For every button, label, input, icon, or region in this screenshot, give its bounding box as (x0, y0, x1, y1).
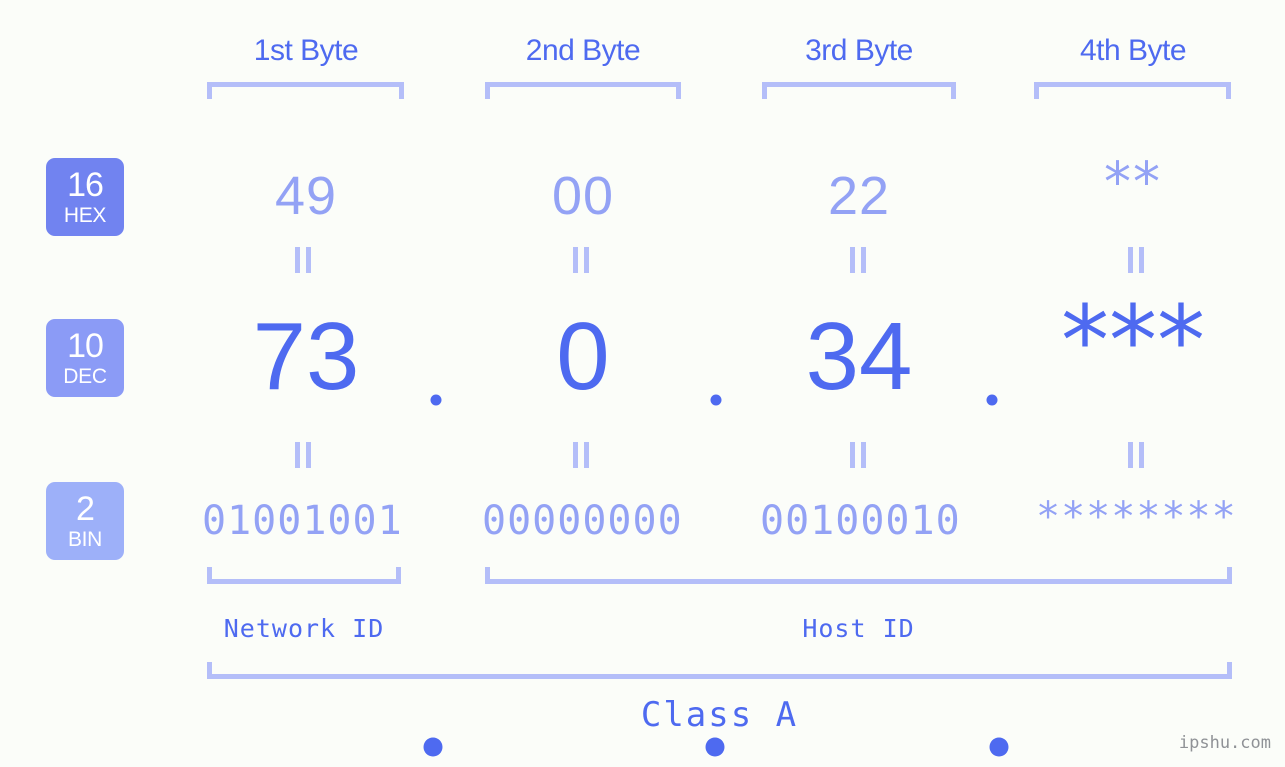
byte-bracket-top-2 (485, 82, 681, 99)
dec-byte-1: 73 (252, 303, 360, 410)
equivalence-icon-hex-dec-4 (1128, 247, 1144, 273)
byte-header-4: 4th Byte (1079, 34, 1187, 67)
host-id-bracket (485, 567, 1232, 584)
base-badge-dec: 10 DEC (46, 319, 124, 397)
dec-separator-3 (989, 737, 1009, 757)
dec-byte-3: 34 (805, 303, 913, 410)
site-watermark: ipshu.com (1178, 733, 1271, 753)
hex-byte-4: ** (1104, 150, 1162, 214)
equivalence-icon-hex-dec-3 (850, 247, 866, 273)
equivalence-icon-dec-bin-1 (295, 442, 311, 468)
byte-bracket-top-4 (1034, 82, 1231, 99)
hex-byte-1: 49 (274, 166, 338, 226)
byte-header-2: 2nd Byte (525, 34, 641, 67)
byte-header-3: 3rd Byte (805, 34, 913, 67)
base-badge-hex-label: HEX (63, 204, 107, 227)
equivalence-icon-hex-dec-1 (295, 247, 311, 273)
byte-bracket-top-3 (762, 82, 956, 99)
bin-byte-4: ******** (1036, 494, 1237, 540)
hex-separator-1 (430, 394, 442, 406)
base-badge-dec-label: DEC (63, 365, 107, 388)
dec-separator-1 (423, 737, 443, 757)
base-badge-hex-number: 16 (67, 166, 104, 204)
byte-bracket-top-1 (207, 82, 404, 99)
class-label: Class A (640, 695, 799, 735)
dec-byte-2: 0 (556, 303, 610, 410)
base-badge-bin-number: 2 (76, 490, 95, 528)
dec-separator-2 (705, 737, 725, 757)
hex-separator-2 (710, 394, 722, 406)
hex-separator-3 (986, 394, 998, 406)
byte-header-1: 1st Byte (253, 34, 359, 67)
network-id-label: Network ID (223, 614, 385, 643)
base-badge-bin-label: BIN (67, 528, 103, 551)
bin-byte-2: 00000000 (482, 498, 683, 544)
network-id-bracket (207, 567, 401, 584)
class-bracket (207, 662, 1232, 679)
hex-byte-2: 00 (551, 166, 615, 226)
ip-address-diagram: 1st Byte 2nd Byte 3rd Byte 4th Byte 16 H… (0, 0, 1285, 767)
equivalence-icon-dec-bin-4 (1128, 442, 1144, 468)
equivalence-icon-dec-bin-2 (573, 442, 589, 468)
dec-byte-4: *** (1061, 285, 1205, 397)
hex-byte-3: 22 (827, 166, 891, 226)
equivalence-icon-hex-dec-2 (573, 247, 589, 273)
base-badge-bin: 2 BIN (46, 482, 124, 560)
base-badge-dec-number: 10 (67, 327, 104, 365)
bin-byte-3: 00100010 (760, 498, 961, 544)
base-badge-hex: 16 HEX (46, 158, 124, 236)
equivalence-icon-dec-bin-3 (850, 442, 866, 468)
bin-byte-1: 01001001 (202, 498, 403, 544)
host-id-label: Host ID (802, 614, 915, 643)
